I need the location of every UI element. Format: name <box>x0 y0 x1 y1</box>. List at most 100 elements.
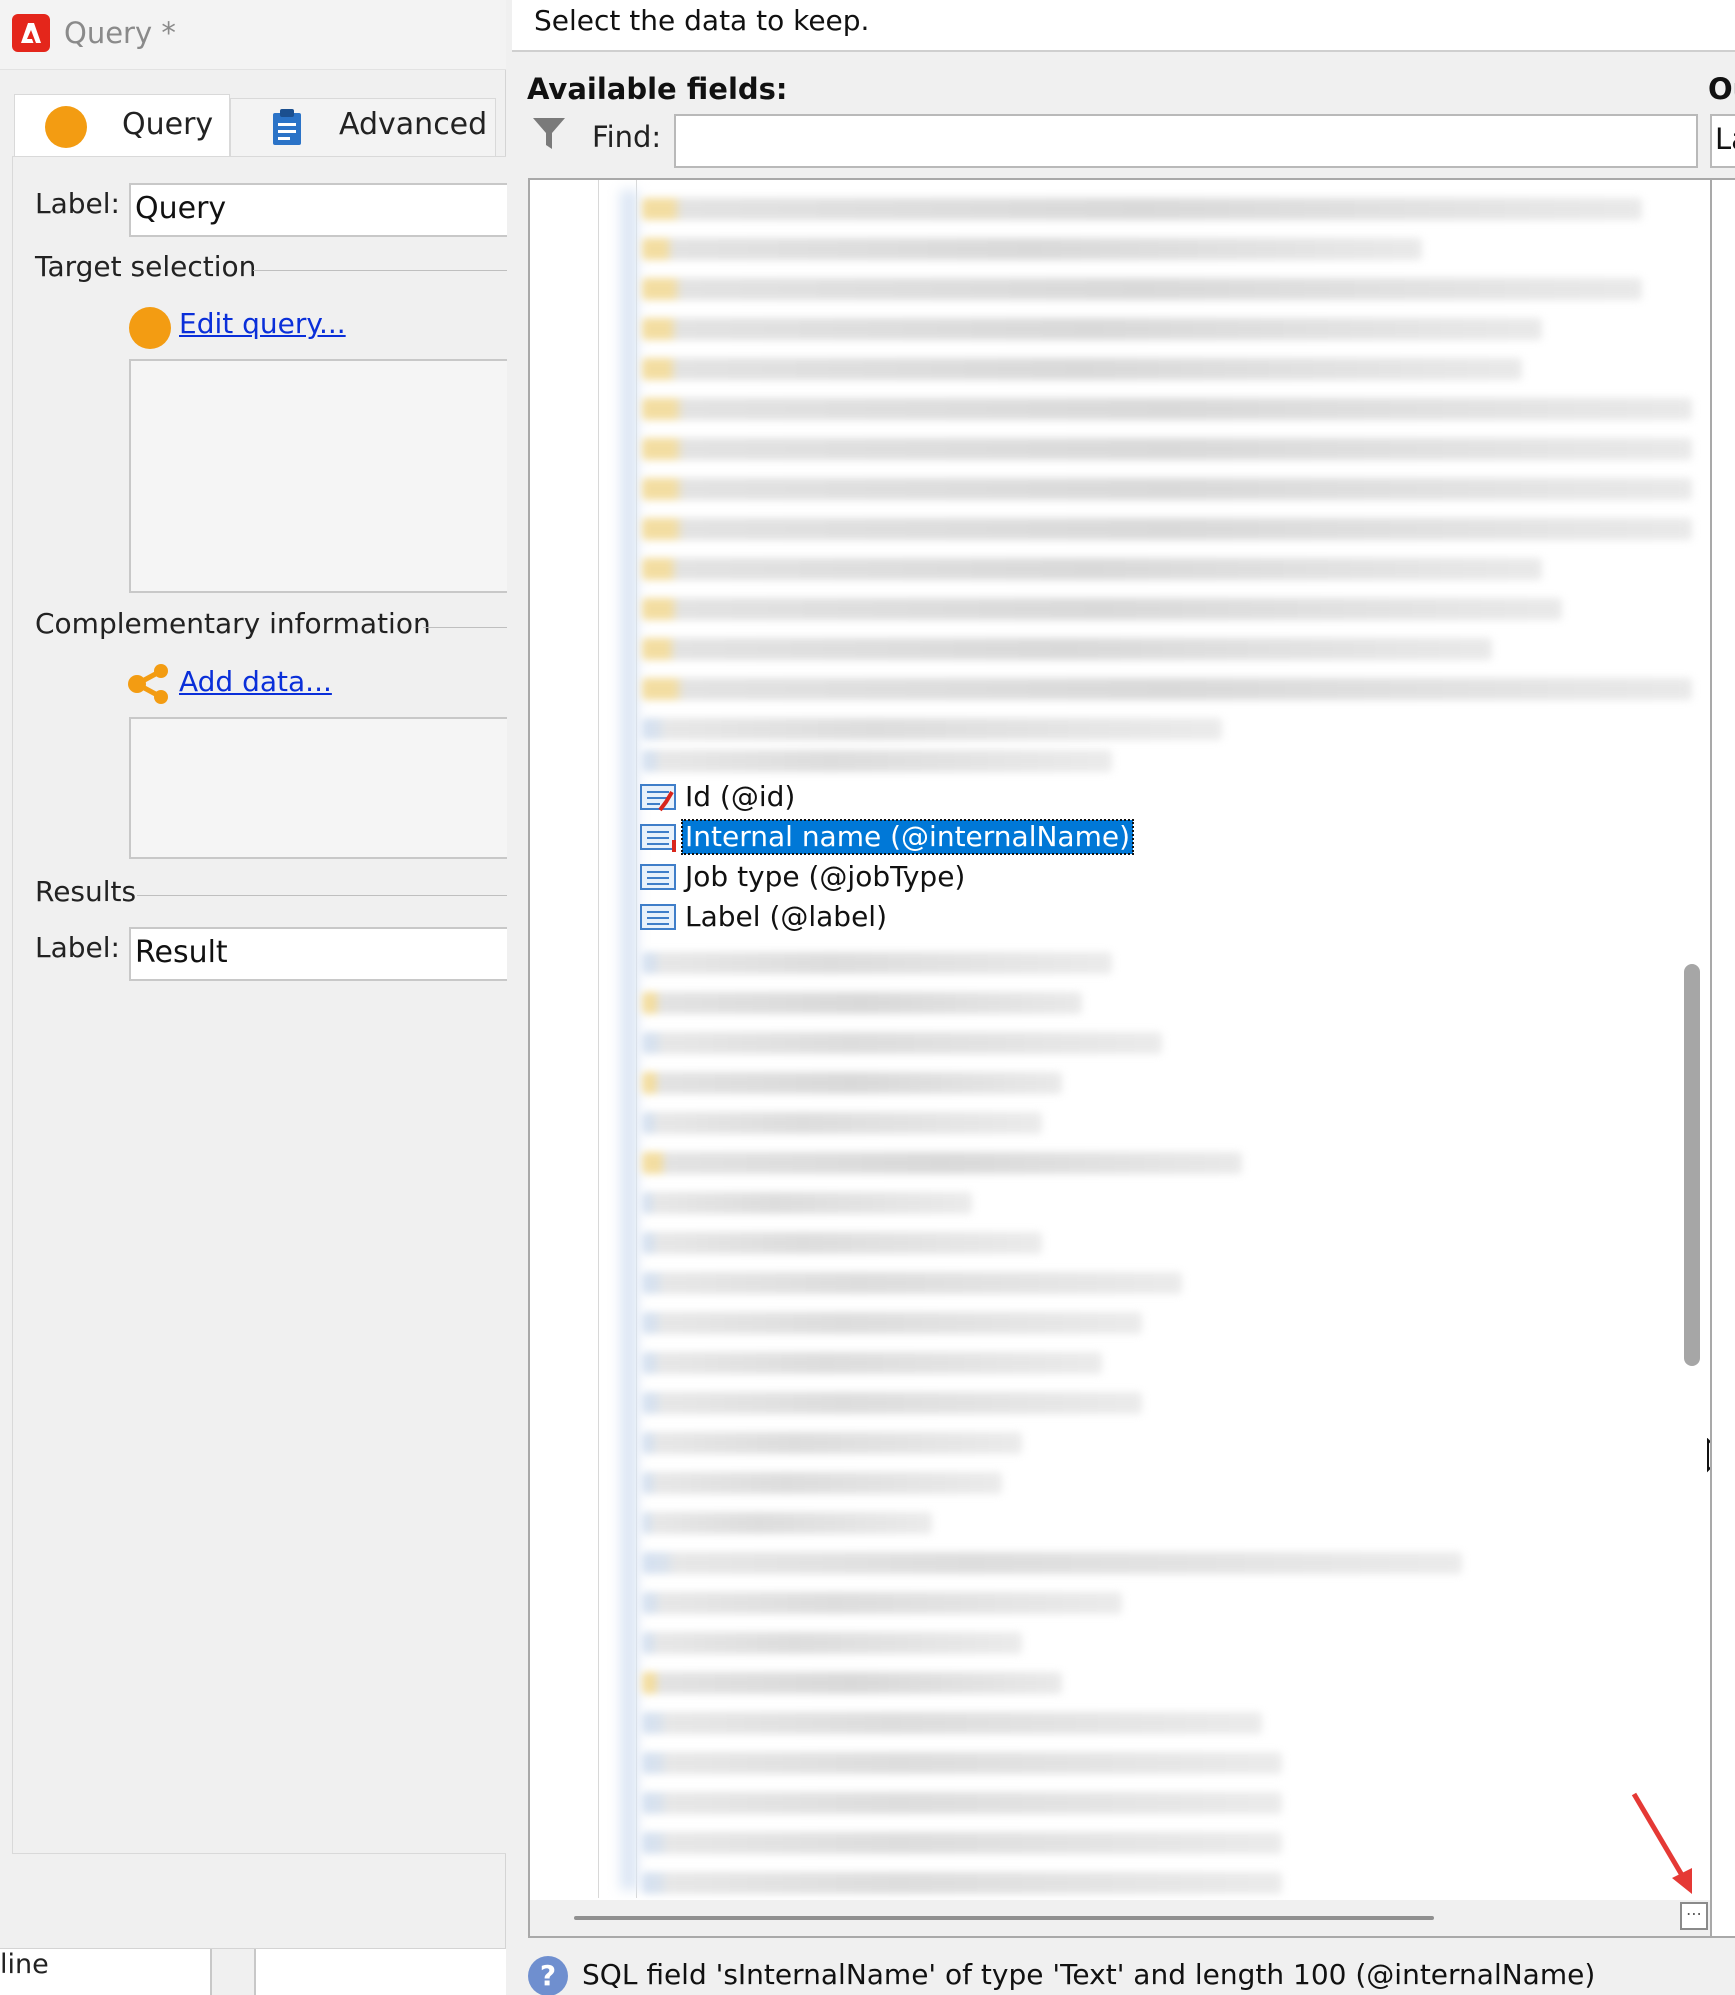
splitter[interactable] <box>210 1949 256 1995</box>
blurred-tree-row <box>642 1272 1182 1294</box>
label-caption: Label: <box>35 187 120 220</box>
bottom-strip: line <box>0 1948 506 1995</box>
available-fields-tree[interactable]: Id (@id) Internal name (@internalName) J… <box>528 178 1714 1938</box>
divider <box>137 895 507 896</box>
results-heading: Results <box>35 875 137 908</box>
blurred-tree-row <box>642 1032 1162 1054</box>
output-column-header: La <box>1710 114 1735 168</box>
filter-icon <box>533 118 565 149</box>
results-label-input[interactable]: Result <box>129 927 507 981</box>
adobe-logo-icon <box>12 14 50 52</box>
query-circle-icon <box>129 307 171 349</box>
blurred-tree-row <box>642 718 1222 740</box>
divider <box>210 1949 212 1995</box>
horizontal-scrollbar-thumb[interactable] <box>574 1916 1434 1920</box>
key-field-icon <box>640 784 676 812</box>
tab-query-label: Query <box>122 107 214 142</box>
output-columns-title: Ou <box>1708 72 1735 106</box>
annotation-arrow-icon <box>1631 1792 1692 1894</box>
complementary-information-box <box>129 717 507 859</box>
blurred-tree-row <box>642 1072 1062 1094</box>
blurred-content <box>620 190 638 1890</box>
blurred-tree-row <box>642 278 1642 300</box>
blurred-tree-row <box>642 1752 1282 1774</box>
window-title: Query * <box>64 16 176 50</box>
blurred-tree-row <box>642 1392 1142 1414</box>
text-field-icon <box>640 904 676 930</box>
blurred-tree-row <box>642 678 1692 700</box>
app-window: Query * Query Advanced Label: Query Targ… <box>0 0 1735 1995</box>
label-input[interactable]: Query <box>129 183 507 237</box>
blurred-tree-row <box>642 238 1422 260</box>
help-icon: ? <box>528 1956 568 1995</box>
vertical-scrollbar-thumb[interactable] <box>1684 964 1700 1366</box>
blurred-tree-row <box>642 1152 1242 1174</box>
blurred-tree-row <box>642 1712 1262 1734</box>
blurred-tree-row <box>642 518 1692 540</box>
blurred-tree-row <box>642 750 1112 772</box>
complementary-information-heading: Complementary information <box>35 607 431 640</box>
footer-text-fragment: line <box>0 1949 49 1980</box>
query-tab-content: Label: Query Target selection Edit query… <box>12 156 507 1854</box>
text-field-icon <box>640 824 676 852</box>
blurred-tree-row <box>642 1672 1062 1694</box>
blurred-tree-row <box>642 478 1692 500</box>
available-fields-title: Available fields: <box>527 72 788 106</box>
blurred-tree-row <box>642 318 1542 340</box>
blurred-tree-row <box>642 438 1692 460</box>
blurred-tree-row <box>642 1552 1462 1574</box>
instruction-bar: Select the data to keep. <box>512 0 1735 52</box>
query-properties-panel: Query * Query Advanced Label: Query Targ… <box>0 0 507 1995</box>
blurred-tree-row <box>642 1112 1042 1134</box>
target-selection-box <box>129 359 507 593</box>
blurred-tree-row <box>642 358 1522 380</box>
field-selection-panel: Select the data to keep. Available field… <box>512 0 1735 1995</box>
tab-bar: Query Advanced <box>14 94 506 156</box>
divider <box>253 270 507 271</box>
blurred-tree-row <box>642 1192 972 1214</box>
blurred-tree-row <box>642 952 1112 974</box>
blurred-tree-row <box>642 992 1082 1014</box>
blurred-tree-row <box>642 598 1562 620</box>
clipboard-icon <box>273 109 301 145</box>
tree-row-label: Internal name (@internalName) <box>680 819 1135 855</box>
blurred-tree-row <box>642 1472 1002 1494</box>
tab-advanced-label: Advanced <box>339 107 488 142</box>
blurred-tree-row <box>642 638 1492 660</box>
blurred-tree-row <box>642 198 1642 220</box>
blurred-tree-row <box>642 1232 1042 1254</box>
more-options-button[interactable]: ⋯ <box>1680 1902 1708 1930</box>
blurred-tree-row <box>642 398 1692 420</box>
blurred-tree-row <box>642 558 1542 580</box>
divider <box>423 627 507 628</box>
add-data-link[interactable]: Add data... <box>179 665 332 698</box>
query-circle-icon <box>45 106 87 148</box>
blurred-tree-row <box>642 1352 1102 1374</box>
blurred-tree-row <box>642 1432 1022 1454</box>
instruction-text: Select the data to keep. <box>534 4 870 37</box>
edit-query-link[interactable]: Edit query... <box>179 307 346 340</box>
blurred-tree-row <box>642 1512 932 1534</box>
tree-row-label: Label (@label) <box>685 900 888 933</box>
results-label-caption: Label: <box>35 931 120 964</box>
share-link-icon <box>128 664 168 704</box>
tab-query[interactable]: Query <box>14 94 230 156</box>
tab-advanced[interactable]: Advanced <box>230 98 496 156</box>
target-selection-heading: Target selection <box>35 250 257 283</box>
blurred-tree-row <box>642 1592 1122 1614</box>
tree-row-label: Job type (@jobType) <box>685 860 966 893</box>
blurred-tree-row <box>642 1632 1022 1654</box>
output-columns-list[interactable] <box>1710 178 1735 1938</box>
tree-guide-line <box>598 180 599 1898</box>
field-description: SQL field 'sInternalName' of type 'Text'… <box>582 1958 1596 1991</box>
status-bar: ? SQL field 'sInternalName' of type 'Tex… <box>512 1950 1735 1995</box>
blurred-tree-row <box>642 1792 1282 1814</box>
text-field-icon <box>640 864 676 890</box>
divider <box>254 1949 256 1995</box>
find-label: Find: <box>592 120 662 154</box>
find-input[interactable] <box>674 114 1698 168</box>
blurred-tree-row <box>642 1872 1282 1894</box>
tree-row-label: Id (@id) <box>685 780 796 813</box>
blurred-tree-row <box>642 1312 1142 1334</box>
title-bar: Query * <box>0 0 506 70</box>
